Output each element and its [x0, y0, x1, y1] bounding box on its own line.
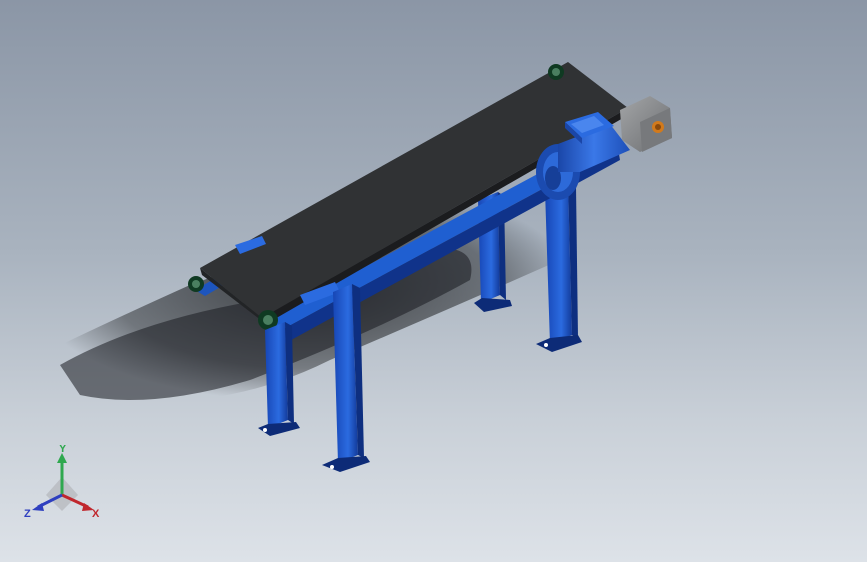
- 3d-viewport[interactable]: Y X Z: [0, 0, 867, 562]
- orientation-triad[interactable]: Y X Z: [20, 445, 120, 535]
- z-axis-label: Z: [24, 508, 31, 520]
- head-end: [548, 64, 564, 80]
- x-axis-label: X: [92, 508, 100, 520]
- conveyor-model[interactable]: [0, 0, 867, 562]
- y-axis-label: Y: [59, 445, 67, 455]
- z-axis-arrow: [32, 503, 44, 511]
- gearbox: [620, 96, 672, 152]
